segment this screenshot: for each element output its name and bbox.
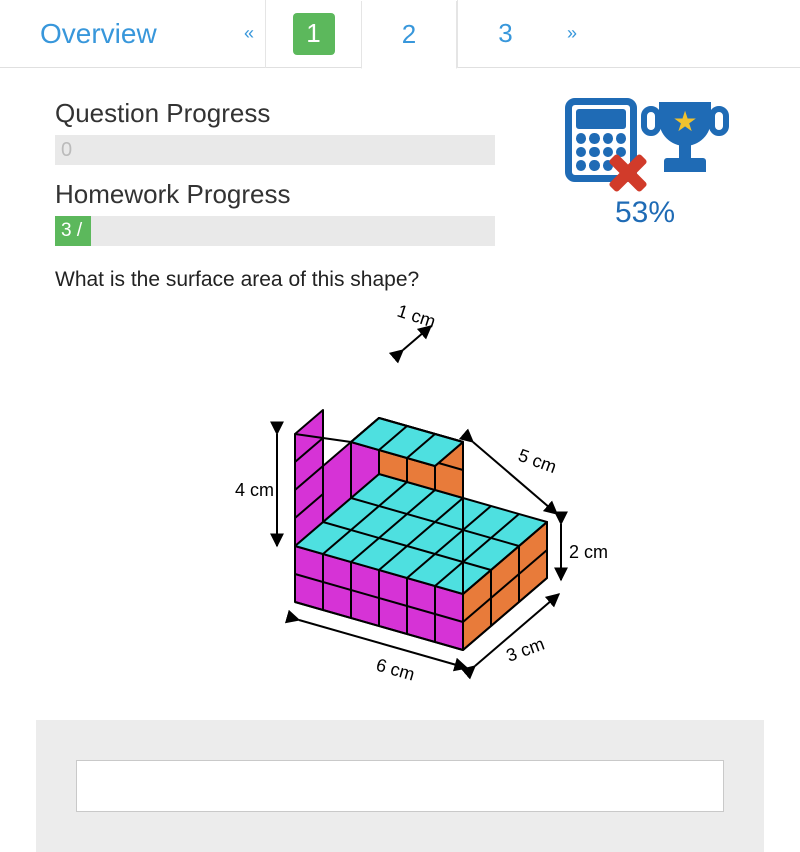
award-percent: 53% xyxy=(545,196,745,230)
star-icon: ★ xyxy=(672,108,697,136)
tab-page-2[interactable]: 2 xyxy=(361,1,457,69)
dim-bottom-left: 6 cm xyxy=(374,655,417,682)
award-panel: ★ 53% xyxy=(545,98,745,230)
dim-right: 2 cm xyxy=(569,542,608,562)
pager-prev[interactable]: « xyxy=(230,23,265,44)
tab-page-1-label: 1 xyxy=(293,13,335,55)
pager-next[interactable]: » xyxy=(553,23,588,44)
homework-progress-fill: 3 / xyxy=(55,216,91,246)
main-content: Question Progress 0 Homework Progress 3 … xyxy=(0,68,800,682)
trophy-icon[interactable]: ★ xyxy=(645,98,725,186)
tab-page-3-label: 3 xyxy=(485,13,527,55)
question-progress-bar: 0 xyxy=(55,135,495,165)
dim-right-top: 5 cm xyxy=(516,445,560,477)
tab-overview[interactable]: Overview xyxy=(30,18,230,50)
answer-input[interactable] xyxy=(76,760,724,812)
tab-bar: Overview « 1 2 3 » xyxy=(0,0,800,68)
dim-top: 1 cm xyxy=(395,302,438,332)
tab-pager: « 1 2 3 » xyxy=(230,0,770,68)
question-text: What is the surface area of this shape? xyxy=(55,268,745,292)
tab-page-1[interactable]: 1 xyxy=(265,0,361,68)
dim-left: 4 cm xyxy=(235,480,274,500)
shape-svg: 4 cm 1 cm 5 cm 2 cm 6 cm 3 cm xyxy=(185,302,615,682)
tab-page-2-label: 2 xyxy=(388,13,430,55)
question-progress-label: Question Progress xyxy=(55,98,495,129)
tab-page-3[interactable]: 3 xyxy=(457,0,553,68)
homework-progress-bar: 3 / xyxy=(55,216,495,246)
question-progress-value: 0 xyxy=(61,139,72,161)
homework-progress-label: Homework Progress xyxy=(55,179,495,210)
calculator-icon[interactable] xyxy=(565,98,637,186)
answer-area xyxy=(36,720,764,852)
shape-diagram: 4 cm 1 cm 5 cm 2 cm 6 cm 3 cm xyxy=(185,302,615,682)
dim-bottom-right: 3 cm xyxy=(504,634,548,666)
close-icon xyxy=(609,154,647,192)
